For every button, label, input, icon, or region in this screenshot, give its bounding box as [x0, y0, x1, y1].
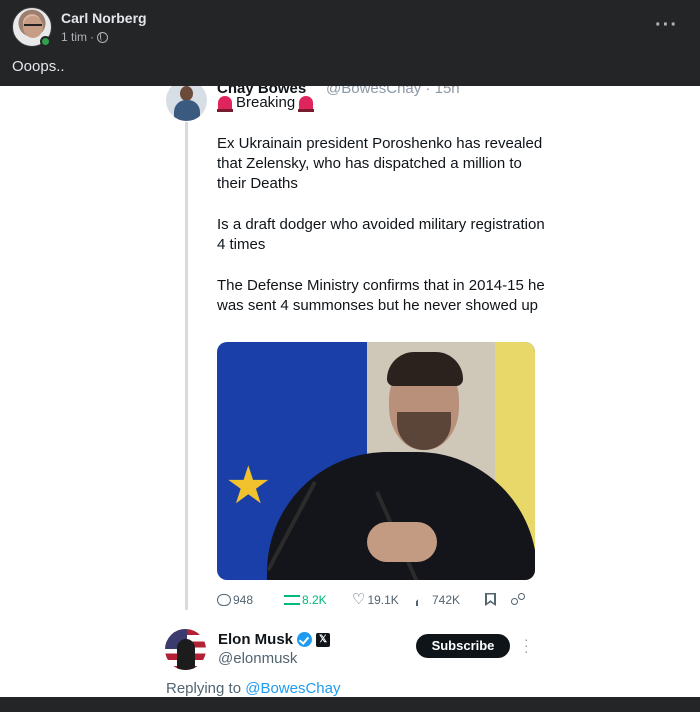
bookmark-icon	[485, 593, 496, 606]
reply-count: 948	[233, 593, 254, 607]
heart-icon: ♡	[352, 591, 366, 608]
avatar-head	[180, 86, 193, 101]
embedded-tweet-image[interactable]: Chay Bowes @BowesChay · 15h Breaking Ex …	[0, 86, 700, 697]
photo-person-hair	[387, 352, 463, 386]
avatar-body	[174, 100, 200, 121]
tweet-actions: 948 8.2K ♡ 19.1K 742K	[217, 590, 537, 610]
repost-icon	[284, 595, 300, 605]
author-name[interactable]: Carl Norberg	[61, 10, 147, 26]
views-icon	[416, 594, 430, 606]
replying-to-handle: @BowesChay	[245, 680, 341, 697]
views-action[interactable]: 742K	[416, 593, 460, 607]
photo-person-hand	[367, 522, 437, 562]
avatar-person	[177, 639, 195, 670]
tweet-paragraph: The Defense Ministry confirms that in 20…	[217, 277, 545, 314]
kebab-menu-icon: · · ·	[524, 631, 529, 659]
thread-line	[185, 122, 188, 610]
share-action[interactable]	[511, 593, 525, 607]
eu-star-icon: ★	[225, 457, 272, 515]
replying-prefix: Replying to	[166, 680, 246, 697]
reply-icon	[217, 594, 231, 606]
x-logo-icon: 𝕏	[316, 632, 331, 647]
tweet-photo: ★	[217, 342, 535, 580]
tweet-author-avatar	[166, 86, 207, 121]
bottom-bar	[0, 697, 700, 712]
meta-separator: ·	[90, 30, 95, 44]
globe-icon[interactable]	[97, 31, 109, 43]
tweet-paragraph: Is a draft dodger who avoided military r…	[217, 216, 545, 253]
repost-action[interactable]: 8.2K	[284, 593, 327, 607]
more-options-icon[interactable]: ···	[655, 14, 678, 37]
breaking-text: Breaking	[236, 94, 296, 111]
online-status-icon	[40, 36, 51, 47]
bookmark-action[interactable]	[485, 593, 496, 606]
post-time[interactable]: 1 tim	[61, 30, 87, 44]
views-count: 742K	[432, 593, 461, 607]
share-icon	[511, 593, 525, 607]
verified-badge-icon	[297, 632, 313, 647]
like-action[interactable]: ♡ 19.1K	[352, 591, 399, 608]
tweet-paragraph: Ex Ukrainain president Poroshenko has re…	[217, 135, 543, 192]
repost-count: 8.2K	[302, 593, 327, 607]
siren-icon	[217, 95, 233, 112]
breaking-label: Breaking	[217, 94, 315, 112]
reply-author-handle: @elonmusk	[218, 650, 298, 667]
like-count: 19.1K	[367, 593, 399, 607]
reply-author-avatar	[165, 629, 206, 670]
avatar-glasses	[24, 24, 42, 28]
reply-author-name-text: Elon Musk	[218, 631, 294, 648]
siren-icon	[298, 95, 315, 112]
post-header: Carl Norberg 1 tim · ···	[0, 0, 700, 56]
reply-action[interactable]: 948	[217, 593, 253, 607]
post-meta: 1 tim ·	[61, 30, 109, 44]
subscribe-button: Subscribe	[416, 634, 510, 658]
post-text: Ooops..	[12, 58, 65, 75]
facebook-post: Carl Norberg 1 tim · ··· Ooops.. Chay Bo…	[0, 0, 700, 712]
reply-author-name: Elon Musk 𝕏	[218, 631, 331, 648]
tweet-author-handle: @BowesChay · 15h	[326, 86, 460, 97]
replying-to: Replying to @BowesChay	[166, 680, 341, 697]
